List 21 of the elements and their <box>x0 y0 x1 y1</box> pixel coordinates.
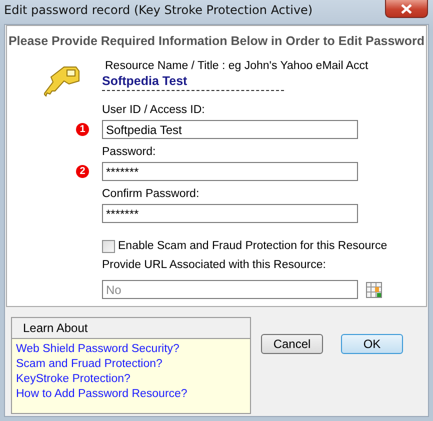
input-field[interactable]: Softpedia Test <box>102 120 358 139</box>
help-link[interactable]: Web Shield Password Security? <box>16 342 180 356</box>
field-label: Confirm Password: <box>102 187 200 201</box>
form-heading: Please Provide Required Information Below in Order to Edit Password <box>7 34 426 49</box>
step-badge: 1 <box>76 123 89 136</box>
panel-title: Learn About <box>23 321 88 335</box>
help-link[interactable]: How to Add Password Resource? <box>16 387 188 401</box>
help-link[interactable]: Scam and Fruad Protection? <box>16 357 162 371</box>
input-field[interactable]: ******* <box>102 204 358 223</box>
checkbox-label: Enable Scam and Fraud Protection for this Resource <box>118 239 388 253</box>
help-link[interactable]: KeyStroke Protection? <box>16 372 130 386</box>
window-title: Edit password record (Key Stroke Protection Active) <box>4 3 313 18</box>
dialog-button[interactable]: Cancel <box>261 334 323 354</box>
url-label: Provide URL Associated with this Resource: <box>102 258 326 272</box>
resource-name: Softpedia Test <box>102 74 284 91</box>
field-label: User ID / Access ID: <box>102 103 205 117</box>
input-field[interactable]: ******* <box>102 162 358 181</box>
field-label: Password: <box>102 145 156 159</box>
resource-label: Resource Name / Title : eg John's Yahoo eMail Acct <box>105 59 368 73</box>
step-badge: 2 <box>76 165 89 178</box>
dialog-button[interactable]: OK <box>341 334 403 354</box>
